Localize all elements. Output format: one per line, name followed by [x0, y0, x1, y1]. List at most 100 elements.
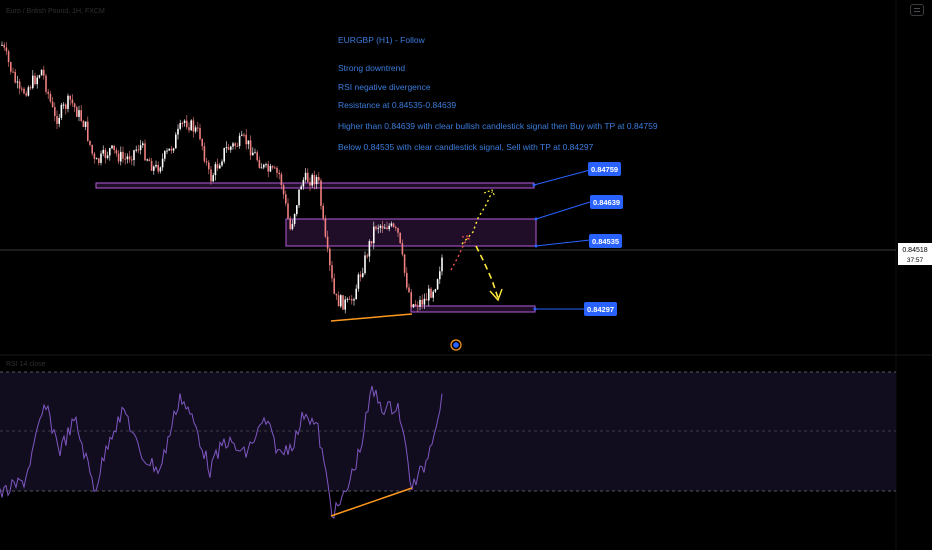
- candle-body: [311, 174, 313, 186]
- candle-body: [353, 299, 355, 301]
- candle-body: [439, 271, 441, 280]
- candle-body: [346, 298, 349, 300]
- candle-body: [98, 158, 100, 163]
- trading-chart[interactable]: Euro / British Pound, 1H, FXCM RSI 14 cl…: [0, 0, 932, 550]
- candle-body: [373, 226, 375, 244]
- candle-body: [181, 123, 184, 125]
- candle-body: [194, 127, 197, 132]
- candle-body: [296, 205, 298, 215]
- candle-body: [434, 289, 437, 292]
- candle-body: [25, 93, 27, 96]
- candle-body: [67, 95, 69, 109]
- candle-body: [258, 160, 261, 168]
- note-line[interactable]: Strong downtrend: [338, 63, 405, 73]
- candle-body: [245, 134, 247, 145]
- candle-body: [139, 145, 142, 151]
- note-line[interactable]: Resistance at 0.84535-0.84639: [338, 100, 456, 110]
- candle-body: [236, 145, 239, 147]
- candle-body: [269, 166, 272, 172]
- candle-body: [78, 110, 80, 117]
- candle-body: [155, 164, 157, 167]
- candle-body: [276, 167, 278, 173]
- candle-body: [89, 140, 91, 145]
- candle-body: [197, 127, 199, 129]
- candle-body: [5, 47, 8, 52]
- candle-body: [223, 148, 225, 162]
- candle-body: [21, 88, 23, 90]
- candle-body: [408, 287, 410, 293]
- note-line[interactable]: RSI negative divergence: [338, 82, 431, 92]
- candle-body: [47, 91, 49, 94]
- candle-body: [161, 158, 164, 168]
- note-line[interactable]: Below 0.84535 with clear candlestick sig…: [338, 142, 594, 152]
- annotation-title[interactable]: EURGBP (H1) - Follow: [338, 35, 426, 45]
- candle-body: [115, 150, 118, 154]
- candle-body: [188, 127, 190, 131]
- candle-body: [148, 159, 151, 162]
- candle-body: [234, 143, 236, 146]
- candle-body: [436, 279, 439, 290]
- candle-body: [122, 151, 124, 159]
- candle-body: [71, 99, 74, 104]
- candle-body: [425, 298, 428, 301]
- candle-body: [390, 223, 393, 226]
- candle-body: [179, 123, 181, 129]
- candle-body: [428, 288, 430, 301]
- candle-body: [263, 164, 265, 168]
- candle-body: [128, 156, 131, 160]
- level-tag-text: 0.84297: [587, 305, 614, 314]
- candle-body: [62, 104, 65, 106]
- callout-line: [535, 201, 591, 220]
- candle-body: [120, 151, 122, 162]
- candle-body: [80, 110, 82, 121]
- candle-body: [337, 295, 340, 307]
- candle-body: [335, 293, 338, 296]
- candle-body: [27, 87, 30, 96]
- level-tag-text: 0.84759: [591, 165, 618, 174]
- candle-body: [348, 298, 351, 300]
- candle-body: [177, 128, 179, 135]
- candle-body: [333, 278, 335, 294]
- candle-body: [359, 274, 362, 277]
- candle-body: [271, 166, 274, 168]
- candle-body: [384, 227, 386, 229]
- candle-body: [201, 139, 203, 147]
- symbol-header: Euro / British Pound, 1H, FXCM: [6, 8, 105, 15]
- candle-body: [58, 117, 60, 124]
- candle-body: [313, 174, 316, 185]
- candle-body: [91, 144, 93, 154]
- candle-body: [142, 143, 144, 146]
- current-price-text: 0.84518: [902, 247, 927, 254]
- candle-body: [76, 107, 78, 117]
- candle-body: [379, 225, 382, 228]
- candle-body: [111, 145, 113, 149]
- candle-body: [293, 214, 296, 224]
- candle-body: [32, 75, 34, 89]
- candle-body: [381, 225, 384, 229]
- candle-body: [377, 227, 379, 229]
- price-divergence-line[interactable]: [330, 313, 413, 322]
- candle-body: [247, 140, 250, 145]
- candle-body: [106, 155, 109, 158]
- note-line[interactable]: Higher than 0.84639 with clear bullish c…: [338, 121, 658, 131]
- candle-body: [388, 225, 390, 230]
- candle-body: [190, 120, 192, 131]
- candle-body: [166, 150, 168, 152]
- candle-body: [212, 175, 214, 182]
- candle-body: [399, 232, 401, 244]
- candle-body: [265, 164, 267, 166]
- level-tag-text: 0.84639: [593, 198, 620, 207]
- zone-0.84297[interactable]: [410, 305, 536, 313]
- candle-body: [183, 120, 186, 124]
- candle-body: [419, 299, 421, 307]
- bearish-scenario-arrow[interactable]: [475, 245, 499, 299]
- candle-body: [241, 134, 243, 136]
- candle-body: [170, 148, 173, 151]
- callout-anchor: [534, 217, 538, 221]
- candle-body: [16, 81, 19, 83]
- candle-body: [135, 149, 137, 151]
- zone-resistance[interactable]: [285, 218, 537, 247]
- candle-body: [43, 69, 45, 76]
- event-marker-dot: [453, 342, 459, 348]
- countdown-text: 37:57: [907, 257, 924, 264]
